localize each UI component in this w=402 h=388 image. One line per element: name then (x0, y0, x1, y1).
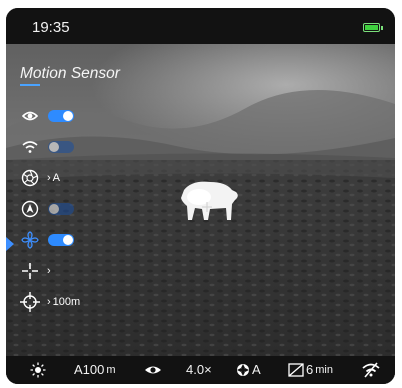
title-underline (20, 84, 40, 86)
profile-unit: m (106, 363, 116, 376)
eye-icon (144, 364, 162, 376)
reticle-icon (20, 261, 40, 281)
motion-sensor-icon (20, 230, 40, 250)
auto-calibration-toggle[interactable] (48, 203, 74, 215)
wifi-toggle[interactable] (48, 141, 74, 153)
eye-icon (20, 106, 40, 126)
display-toggle[interactable] (48, 110, 74, 122)
timer-icon (288, 362, 304, 377)
menu-title: Motion Sensor (20, 65, 120, 82)
menu-item-reticle[interactable]: › (20, 259, 51, 283)
chevron-right-icon: › (47, 172, 51, 184)
clock: 19:35 (32, 19, 70, 36)
status-bar: 19:35 (6, 8, 395, 44)
zeroing-icon (20, 292, 40, 312)
zeroing-distance-value: 100m (52, 296, 81, 308)
wifi-icon (20, 137, 40, 157)
brightness-icon (30, 362, 46, 378)
timer-indicator: 6 min (288, 362, 333, 377)
chevron-right-icon: › (47, 296, 51, 308)
wifi-off-icon (362, 362, 380, 378)
battery-icon (363, 23, 383, 32)
calibration-icon (237, 363, 249, 376)
auto-calibration-icon (20, 199, 40, 219)
device-screen: 19:35 Motion Sensor › A › › 100m A100 m … (6, 8, 395, 384)
motion-sensor-toggle[interactable] (48, 234, 74, 246)
profile-distance: A100 m (74, 362, 116, 377)
calibration-indicator: A (236, 362, 261, 377)
center-crosshair (202, 202, 212, 212)
menu-item-display[interactable] (20, 104, 74, 128)
bottom-status-bar: A100 m 4.0× A 6 min (6, 356, 395, 384)
menu-item-color-mode[interactable]: › A (20, 166, 60, 190)
timer-unit: min (315, 363, 333, 376)
menu-item-zeroing[interactable]: › 100m (20, 290, 80, 314)
menu-item-auto-calibration[interactable] (20, 197, 74, 221)
chevron-right-icon: › (47, 265, 51, 277)
menu-item-motion-sensor[interactable] (20, 228, 74, 252)
calibration-mode: A (252, 362, 261, 377)
timer-value: 6 (306, 362, 314, 377)
profile-value: A100 (74, 362, 105, 377)
selected-item-indicator (6, 237, 14, 251)
zoom-level: 4.0× (186, 362, 212, 377)
menu-item-wifi[interactable] (20, 135, 74, 159)
color-mode-value: A (52, 172, 61, 184)
color-palette-icon (20, 168, 40, 188)
